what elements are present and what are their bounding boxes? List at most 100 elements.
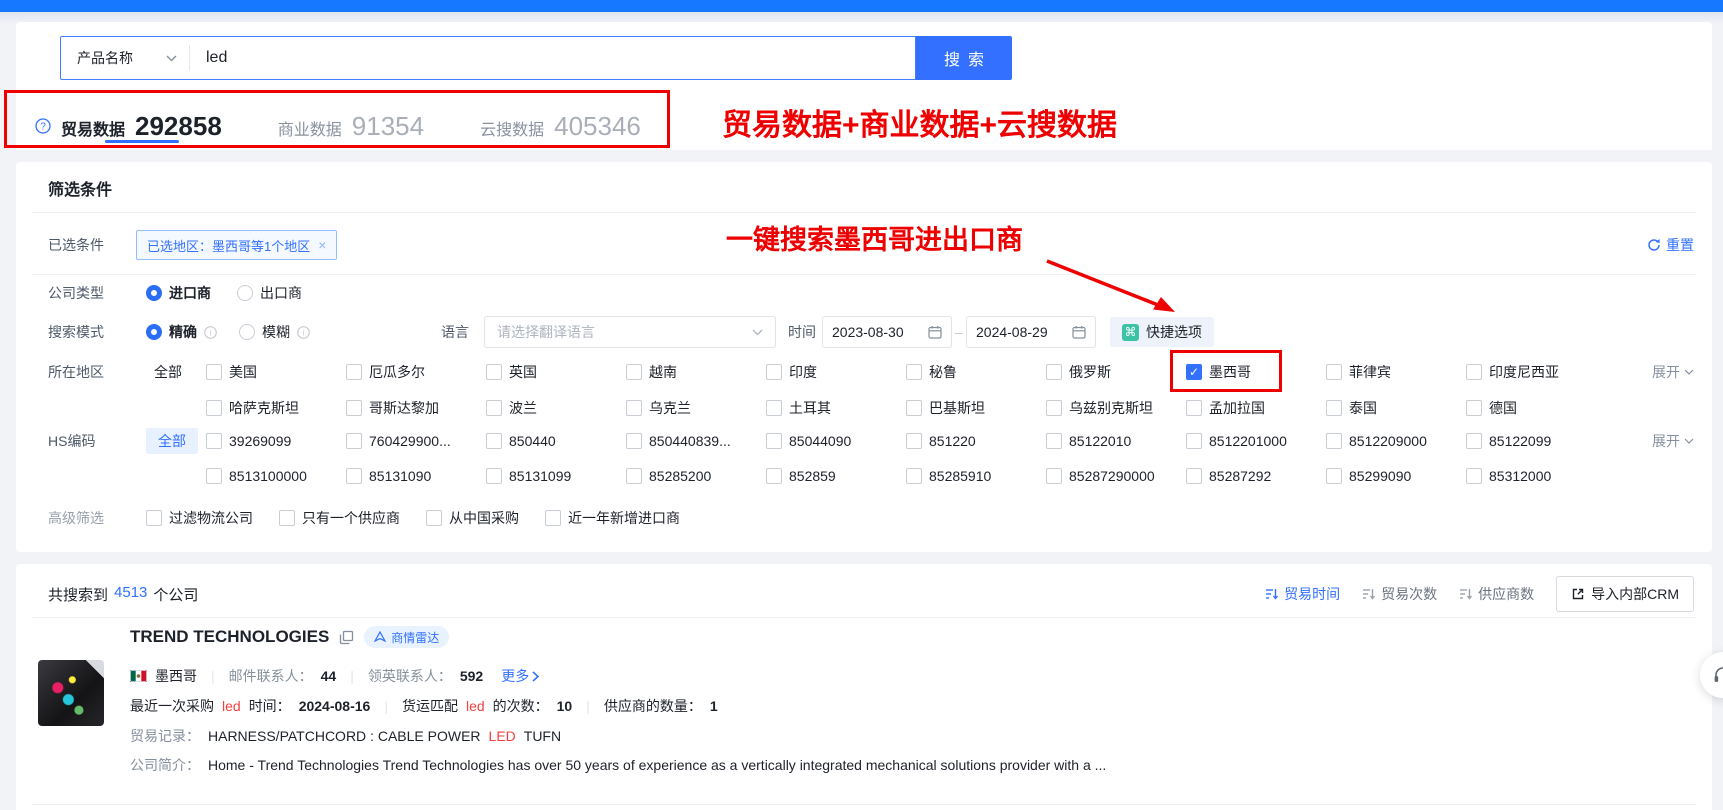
sort-trade-time[interactable]: 贸易时间: [1265, 584, 1340, 604]
checkbox-孟加拉国[interactable]: 孟加拉国: [1186, 398, 1326, 418]
region-checkbox-list-1: 美国厄瓜多尔英国越南印度秘鲁俄罗斯✓墨西哥菲律宾印度尼西亚: [206, 362, 1606, 382]
checkbox-土耳其[interactable]: 土耳其: [766, 398, 906, 418]
checkbox-墨西哥[interactable]: ✓墨西哥: [1186, 362, 1326, 382]
more-link[interactable]: 更多: [501, 666, 539, 686]
search-input[interactable]: [190, 37, 915, 79]
checkbox-过滤物流公司[interactable]: 过滤物流公司: [146, 508, 253, 528]
checkbox-8513100000[interactable]: 8513100000: [206, 468, 346, 484]
checkbox-美国[interactable]: 美国: [206, 362, 346, 382]
checkbox-从中国采购[interactable]: 从中国采购: [426, 508, 519, 528]
checkbox-852859[interactable]: 852859: [766, 468, 906, 484]
checkbox-850440[interactable]: 850440: [486, 433, 626, 449]
tab-business-data[interactable]: 商业数据 91354: [278, 111, 424, 142]
checkbox-85287292[interactable]: 85287292: [1186, 468, 1326, 484]
region-all-option[interactable]: 全部: [154, 362, 182, 382]
business-radar-badge[interactable]: 商情雷达: [364, 626, 449, 648]
tag-close-icon[interactable]: ×: [318, 237, 326, 253]
checkbox-760429900...[interactable]: 760429900...: [346, 433, 486, 449]
checkbox-85122010[interactable]: 85122010: [1046, 433, 1186, 449]
checkbox-851220[interactable]: 851220: [906, 433, 1046, 449]
checkbox-菲律宾[interactable]: 菲律宾: [1326, 362, 1466, 382]
checkbox-乌兹别克斯坦[interactable]: 乌兹别克斯坦: [1046, 398, 1186, 418]
checkbox-越南[interactable]: 越南: [626, 362, 766, 382]
checkbox-波兰[interactable]: 波兰: [486, 398, 626, 418]
freight-match-count: 10: [557, 698, 573, 714]
date-to-input[interactable]: 2024-08-29: [966, 316, 1096, 348]
radio-importer[interactable]: 进口商: [146, 283, 211, 303]
checkbox-icon: [906, 364, 922, 380]
advanced-checkbox-list: 过滤物流公司 只有一个供应商 从中国采购 近一年新增进口商: [146, 508, 680, 528]
region-row-1: 所在地区 全部 美国厄瓜多尔英国越南印度秘鲁俄罗斯✓墨西哥菲律宾印度尼西亚 展开: [16, 358, 1712, 386]
checkbox-厄瓜多尔[interactable]: 厄瓜多尔: [346, 362, 486, 382]
checkbox-哥斯达黎加[interactable]: 哥斯达黎加: [346, 398, 486, 418]
company-country: 墨西哥: [155, 666, 197, 686]
checkbox-哈萨克斯坦[interactable]: 哈萨克斯坦: [206, 398, 346, 418]
search-category-select[interactable]: 产品名称: [61, 37, 189, 79]
search-button[interactable]: 搜索: [916, 36, 1012, 80]
checkbox-85287290000[interactable]: 85287290000: [1046, 468, 1186, 484]
checkbox-德国[interactable]: 德国: [1466, 398, 1606, 418]
checkbox-泰国[interactable]: 泰国: [1326, 398, 1466, 418]
checkbox-icon: [486, 468, 502, 484]
reset-button[interactable]: 重置: [1647, 235, 1694, 255]
checkbox-icon: [766, 433, 782, 449]
checkbox-印度尼西亚[interactable]: 印度尼西亚: [1466, 362, 1606, 382]
checkbox-850440839...[interactable]: 850440839...: [626, 433, 766, 449]
language-select[interactable]: 请选择翻译语言: [484, 316, 776, 348]
copy-icon[interactable]: [339, 630, 354, 645]
checkbox-icon: [206, 364, 222, 380]
calendar-icon: [1072, 325, 1086, 339]
checkbox-85312000[interactable]: 85312000: [1466, 468, 1606, 484]
checkbox-8512201000[interactable]: 8512201000: [1186, 433, 1326, 449]
checkbox-icon: [486, 433, 502, 449]
checkbox-85131099[interactable]: 85131099: [486, 468, 626, 484]
checkbox-icon: [486, 400, 502, 416]
checkbox-巴基斯坦[interactable]: 巴基斯坦: [906, 398, 1046, 418]
chevron-down-icon: [166, 55, 177, 62]
import-crm-button[interactable]: 导入内部CRM: [1556, 576, 1694, 612]
checkbox-8512209000[interactable]: 8512209000: [1326, 433, 1466, 449]
checkbox-icon: [766, 400, 782, 416]
checkbox-印度[interactable]: 印度: [766, 362, 906, 382]
filter-title: 筛选条件: [48, 176, 112, 200]
checkbox-近一年新增进口商[interactable]: 近一年新增进口商: [545, 508, 680, 528]
selected-region-tag[interactable]: 已选地区：墨西哥等1个地区 ×: [136, 230, 337, 260]
company-thumbnail[interactable]: [38, 660, 104, 726]
radio-exact-mode[interactable]: 精确 i: [146, 322, 217, 342]
question-circle-icon[interactable]: ?: [35, 118, 51, 134]
checkbox-39269099[interactable]: 39269099: [206, 433, 346, 449]
hs-expand-button[interactable]: 展开: [1652, 431, 1694, 451]
radio-fuzzy-mode[interactable]: 模糊 i: [239, 322, 310, 342]
region-row-2: 哈萨克斯坦哥斯达黎加波兰乌克兰土耳其巴基斯坦乌兹别克斯坦孟加拉国泰国德国: [16, 394, 1712, 422]
checkbox-乌克兰[interactable]: 乌克兰: [626, 398, 766, 418]
checkbox-icon: [1186, 468, 1202, 484]
hs-all-option[interactable]: 全部: [146, 428, 198, 454]
checkbox-85285200[interactable]: 85285200: [626, 468, 766, 484]
checkbox-85044090[interactable]: 85044090: [766, 433, 906, 449]
tab-cloud-data[interactable]: 云搜数据 405346: [480, 111, 641, 142]
sort-supplier-count[interactable]: 供应商数: [1459, 584, 1534, 604]
radio-dot: [239, 324, 255, 340]
tab-trade-data[interactable]: 贸易数据 292858: [61, 111, 222, 142]
checkbox-85131090[interactable]: 85131090: [346, 468, 486, 484]
divider: [32, 617, 1696, 618]
checkbox-秘鲁[interactable]: 秘鲁: [906, 362, 1046, 382]
checkbox-icon: [1186, 433, 1202, 449]
checkbox-俄罗斯[interactable]: 俄罗斯: [1046, 362, 1186, 382]
keyword-highlight: LED: [489, 728, 516, 744]
checkbox-85122099[interactable]: 85122099: [1466, 433, 1606, 449]
divider: [32, 212, 1696, 213]
company-name[interactable]: TREND TECHNOLOGIES: [130, 627, 329, 647]
sort-trade-count[interactable]: 贸易次数: [1362, 584, 1437, 604]
checkbox-85299090[interactable]: 85299090: [1326, 468, 1466, 484]
date-from-input[interactable]: 2023-08-30: [822, 316, 952, 348]
divider: [32, 804, 1696, 805]
checkbox-只有一个供应商[interactable]: 只有一个供应商: [279, 508, 400, 528]
region-expand-button[interactable]: 展开: [1652, 362, 1694, 382]
checkbox-英国[interactable]: 英国: [486, 362, 626, 382]
checkbox-icon: [766, 364, 782, 380]
checkbox-85285910[interactable]: 85285910: [906, 468, 1046, 484]
quick-options-button[interactable]: ⌘ 快捷选项: [1110, 317, 1214, 347]
radio-exporter[interactable]: 出口商: [237, 283, 302, 303]
checkbox-checked-icon: ✓: [1186, 364, 1202, 380]
